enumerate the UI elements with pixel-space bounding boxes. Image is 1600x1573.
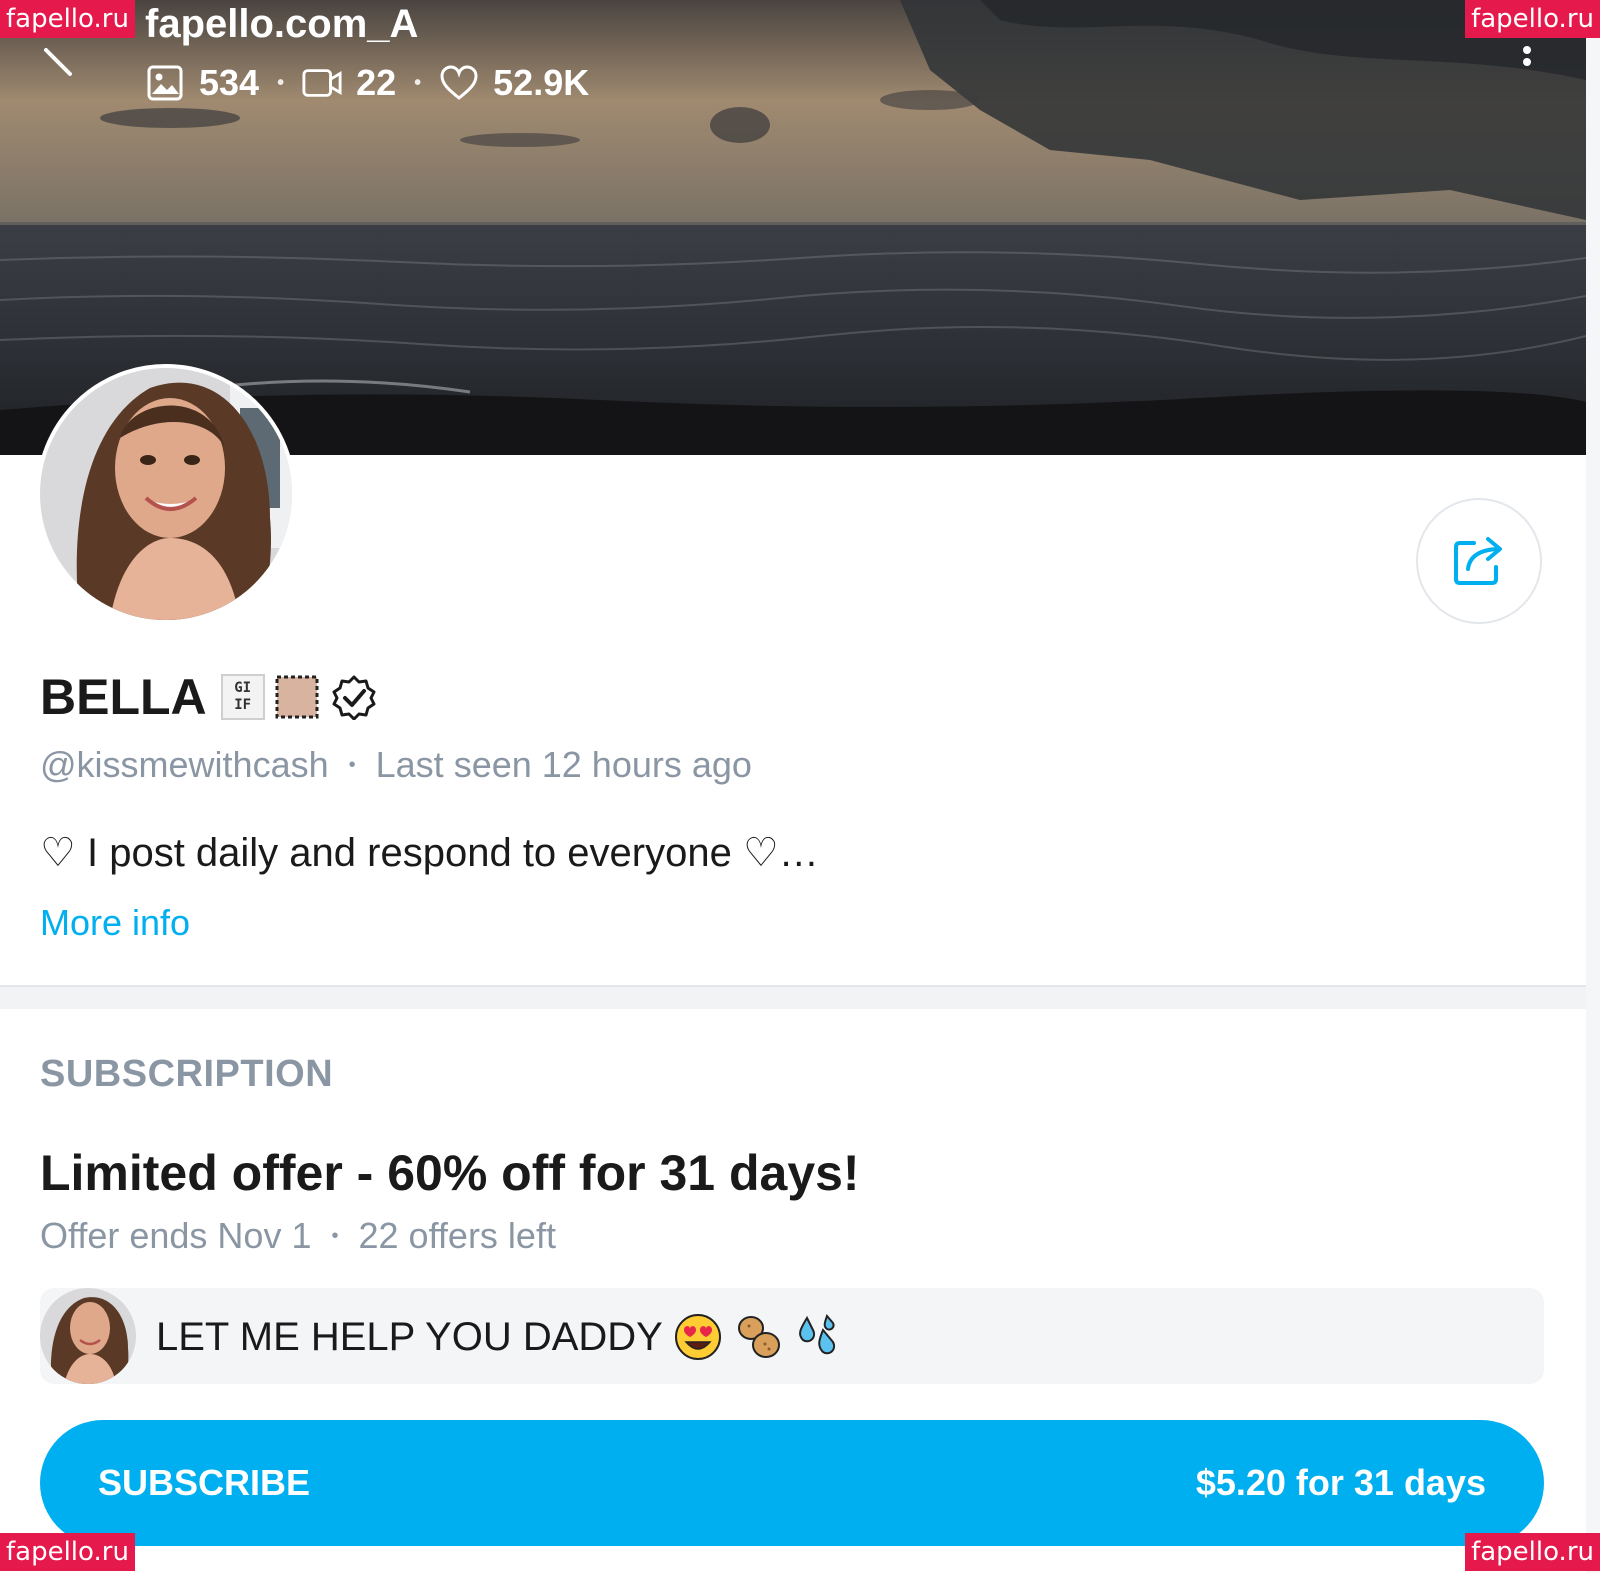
video-icon xyxy=(302,63,342,103)
gif-badge-icon: GI IF xyxy=(220,674,265,720)
sweat-droplets-emoji-icon xyxy=(798,1314,835,1355)
watermark-top-right: fapello.ru xyxy=(1465,0,1600,38)
subscribe-button[interactable]: SUBSCRIBE $5.20 for 31 days xyxy=(40,1420,1544,1546)
heart-icon xyxy=(439,63,479,103)
meta-separator: • xyxy=(348,753,356,776)
scroll-gutter xyxy=(1586,0,1600,1573)
stat-separator: • xyxy=(414,71,422,94)
cover-title: fapello.com_A xyxy=(145,2,418,47)
watermark-top-left: fapello.ru xyxy=(0,0,135,38)
promo-message-label: LET ME HELP YOU DADDY xyxy=(156,1314,663,1359)
message-avatar xyxy=(40,1288,136,1384)
meta-separator: • xyxy=(331,1224,339,1247)
watermark-bottom-left: fapello.ru xyxy=(0,1533,135,1571)
profile-bio: ♡ I post daily and respond to everyone ♡… xyxy=(40,831,819,875)
offer-title: Limited offer - 60% off for 31 days! xyxy=(40,1145,860,1201)
stat-separator: • xyxy=(277,71,285,94)
profile-page: fapello.com_A 534 • 22 • 52.9K BELLA GI … xyxy=(0,0,1586,1573)
last-seen: Last seen 12 hours ago xyxy=(375,744,752,785)
heart-eyes-emoji-icon xyxy=(674,1314,721,1360)
offer-ends: Offer ends Nov 1 xyxy=(40,1215,312,1256)
more-options-icon[interactable] xyxy=(1512,46,1542,76)
offers-left: 22 offers left xyxy=(358,1215,556,1256)
profile-handle[interactable]: @kissmewithcash xyxy=(40,744,329,786)
share-button[interactable] xyxy=(1416,498,1542,624)
likes-count: 52.9K xyxy=(493,62,590,103)
watermark-bottom-right: fapello.ru xyxy=(1465,1533,1600,1571)
profile-meta-row: @kissmewithcash • Last seen 12 hours ago xyxy=(40,744,752,786)
peanut-emoji-icon xyxy=(737,1316,780,1358)
photos-count: 534 xyxy=(199,62,260,103)
verified-badge-icon xyxy=(332,675,376,720)
share-icon xyxy=(1454,537,1502,585)
patch-emoji-icon xyxy=(275,675,319,719)
section-divider xyxy=(0,985,1586,1009)
subscribe-label: SUBSCRIBE xyxy=(98,1462,311,1503)
profile-avatar[interactable] xyxy=(36,364,296,624)
subscription-section-title: SUBSCRIPTION xyxy=(40,1053,334,1095)
image-icon xyxy=(145,63,185,103)
subscribe-price: $5.20 for 31 days xyxy=(1195,1462,1486,1503)
promo-message-text: LET ME HELP YOU DADDY xyxy=(156,1312,843,1362)
profile-name-row: BELLA GI IF xyxy=(40,668,377,726)
profile-name: BELLA xyxy=(40,669,207,725)
cover-title-text: fapello.com_A xyxy=(145,2,419,46)
avatar-photo xyxy=(40,368,292,620)
videos-count: 22 xyxy=(356,62,397,103)
more-info-link[interactable]: More info xyxy=(40,902,190,944)
offer-meta: Offer ends Nov 1 • 22 offers left xyxy=(40,1215,556,1257)
back-arrow-icon[interactable] xyxy=(40,44,76,80)
profile-stats: 534 • 22 • 52.9K xyxy=(145,62,589,104)
